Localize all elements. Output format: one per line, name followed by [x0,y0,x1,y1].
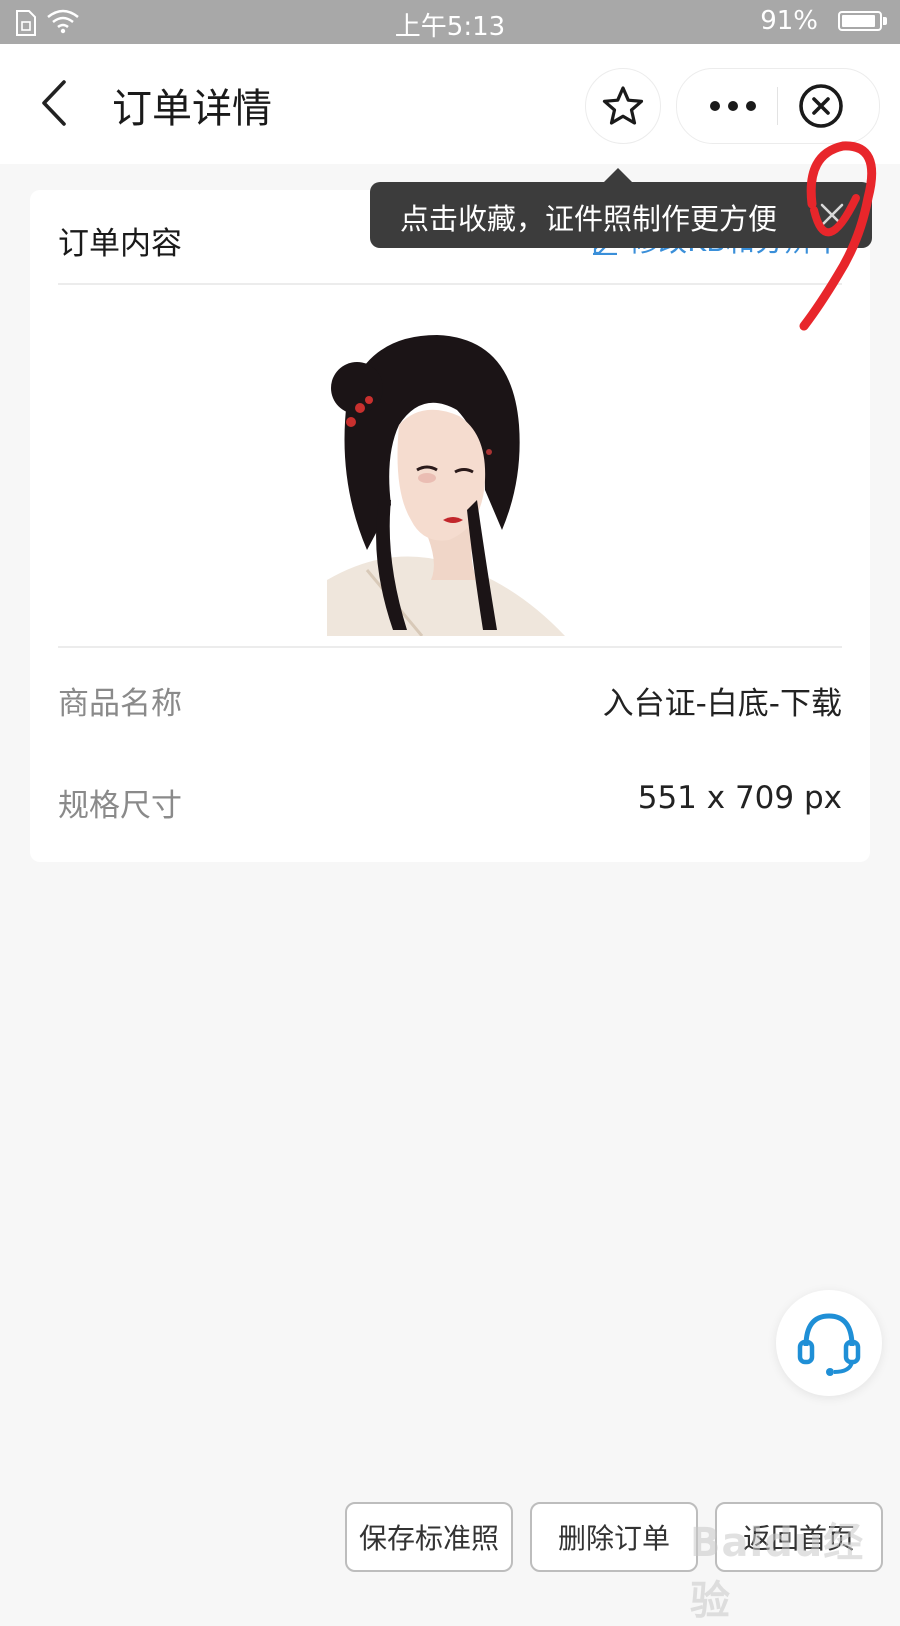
more-icon [710,101,756,111]
back-icon [42,80,66,126]
card-title: 订单内容 [58,226,182,262]
favorite-tooltip: 点击收藏，证件照制作更方便 [370,168,872,248]
star-icon [602,86,644,125]
back-button[interactable] [30,78,80,128]
annotation-mark [799,141,877,331]
close-miniprogram-button[interactable] [797,82,845,130]
page-title: 订单详情 [112,86,272,132]
spec-size-label: 规格尺寸 [58,788,182,824]
favorite-button[interactable] [585,68,661,144]
status-bar: 上午5:13 91% [0,0,900,44]
divider [58,283,842,285]
id-photo-preview[interactable] [327,330,565,636]
customer-service-button[interactable] [776,1290,882,1396]
headset-icon [797,1313,861,1376]
battery-percent: 91% [760,6,818,36]
nav-bar: 订单详情 [0,44,900,164]
product-name-value: 入台证-白底-下载 [602,686,842,722]
more-button[interactable] [677,69,787,143]
portrait-image [327,330,565,636]
product-name-label: 商品名称 [58,686,182,722]
mini-program-capsule [676,68,880,144]
delete-order-button[interactable]: 删除订单 [530,1502,698,1572]
back-to-home-button[interactable]: 返回首页 [715,1502,883,1572]
save-standard-photo-button[interactable]: 保存标准照 [345,1502,513,1572]
divider [58,646,842,648]
spec-size-value: 551 x 709 px [637,780,842,816]
order-card: 订单内容 修改KB和分辨率 [30,190,870,862]
close-circle-icon [799,84,843,128]
battery-icon [838,11,887,31]
tooltip-text: 点击收藏，证件照制作更方便 [400,202,778,236]
